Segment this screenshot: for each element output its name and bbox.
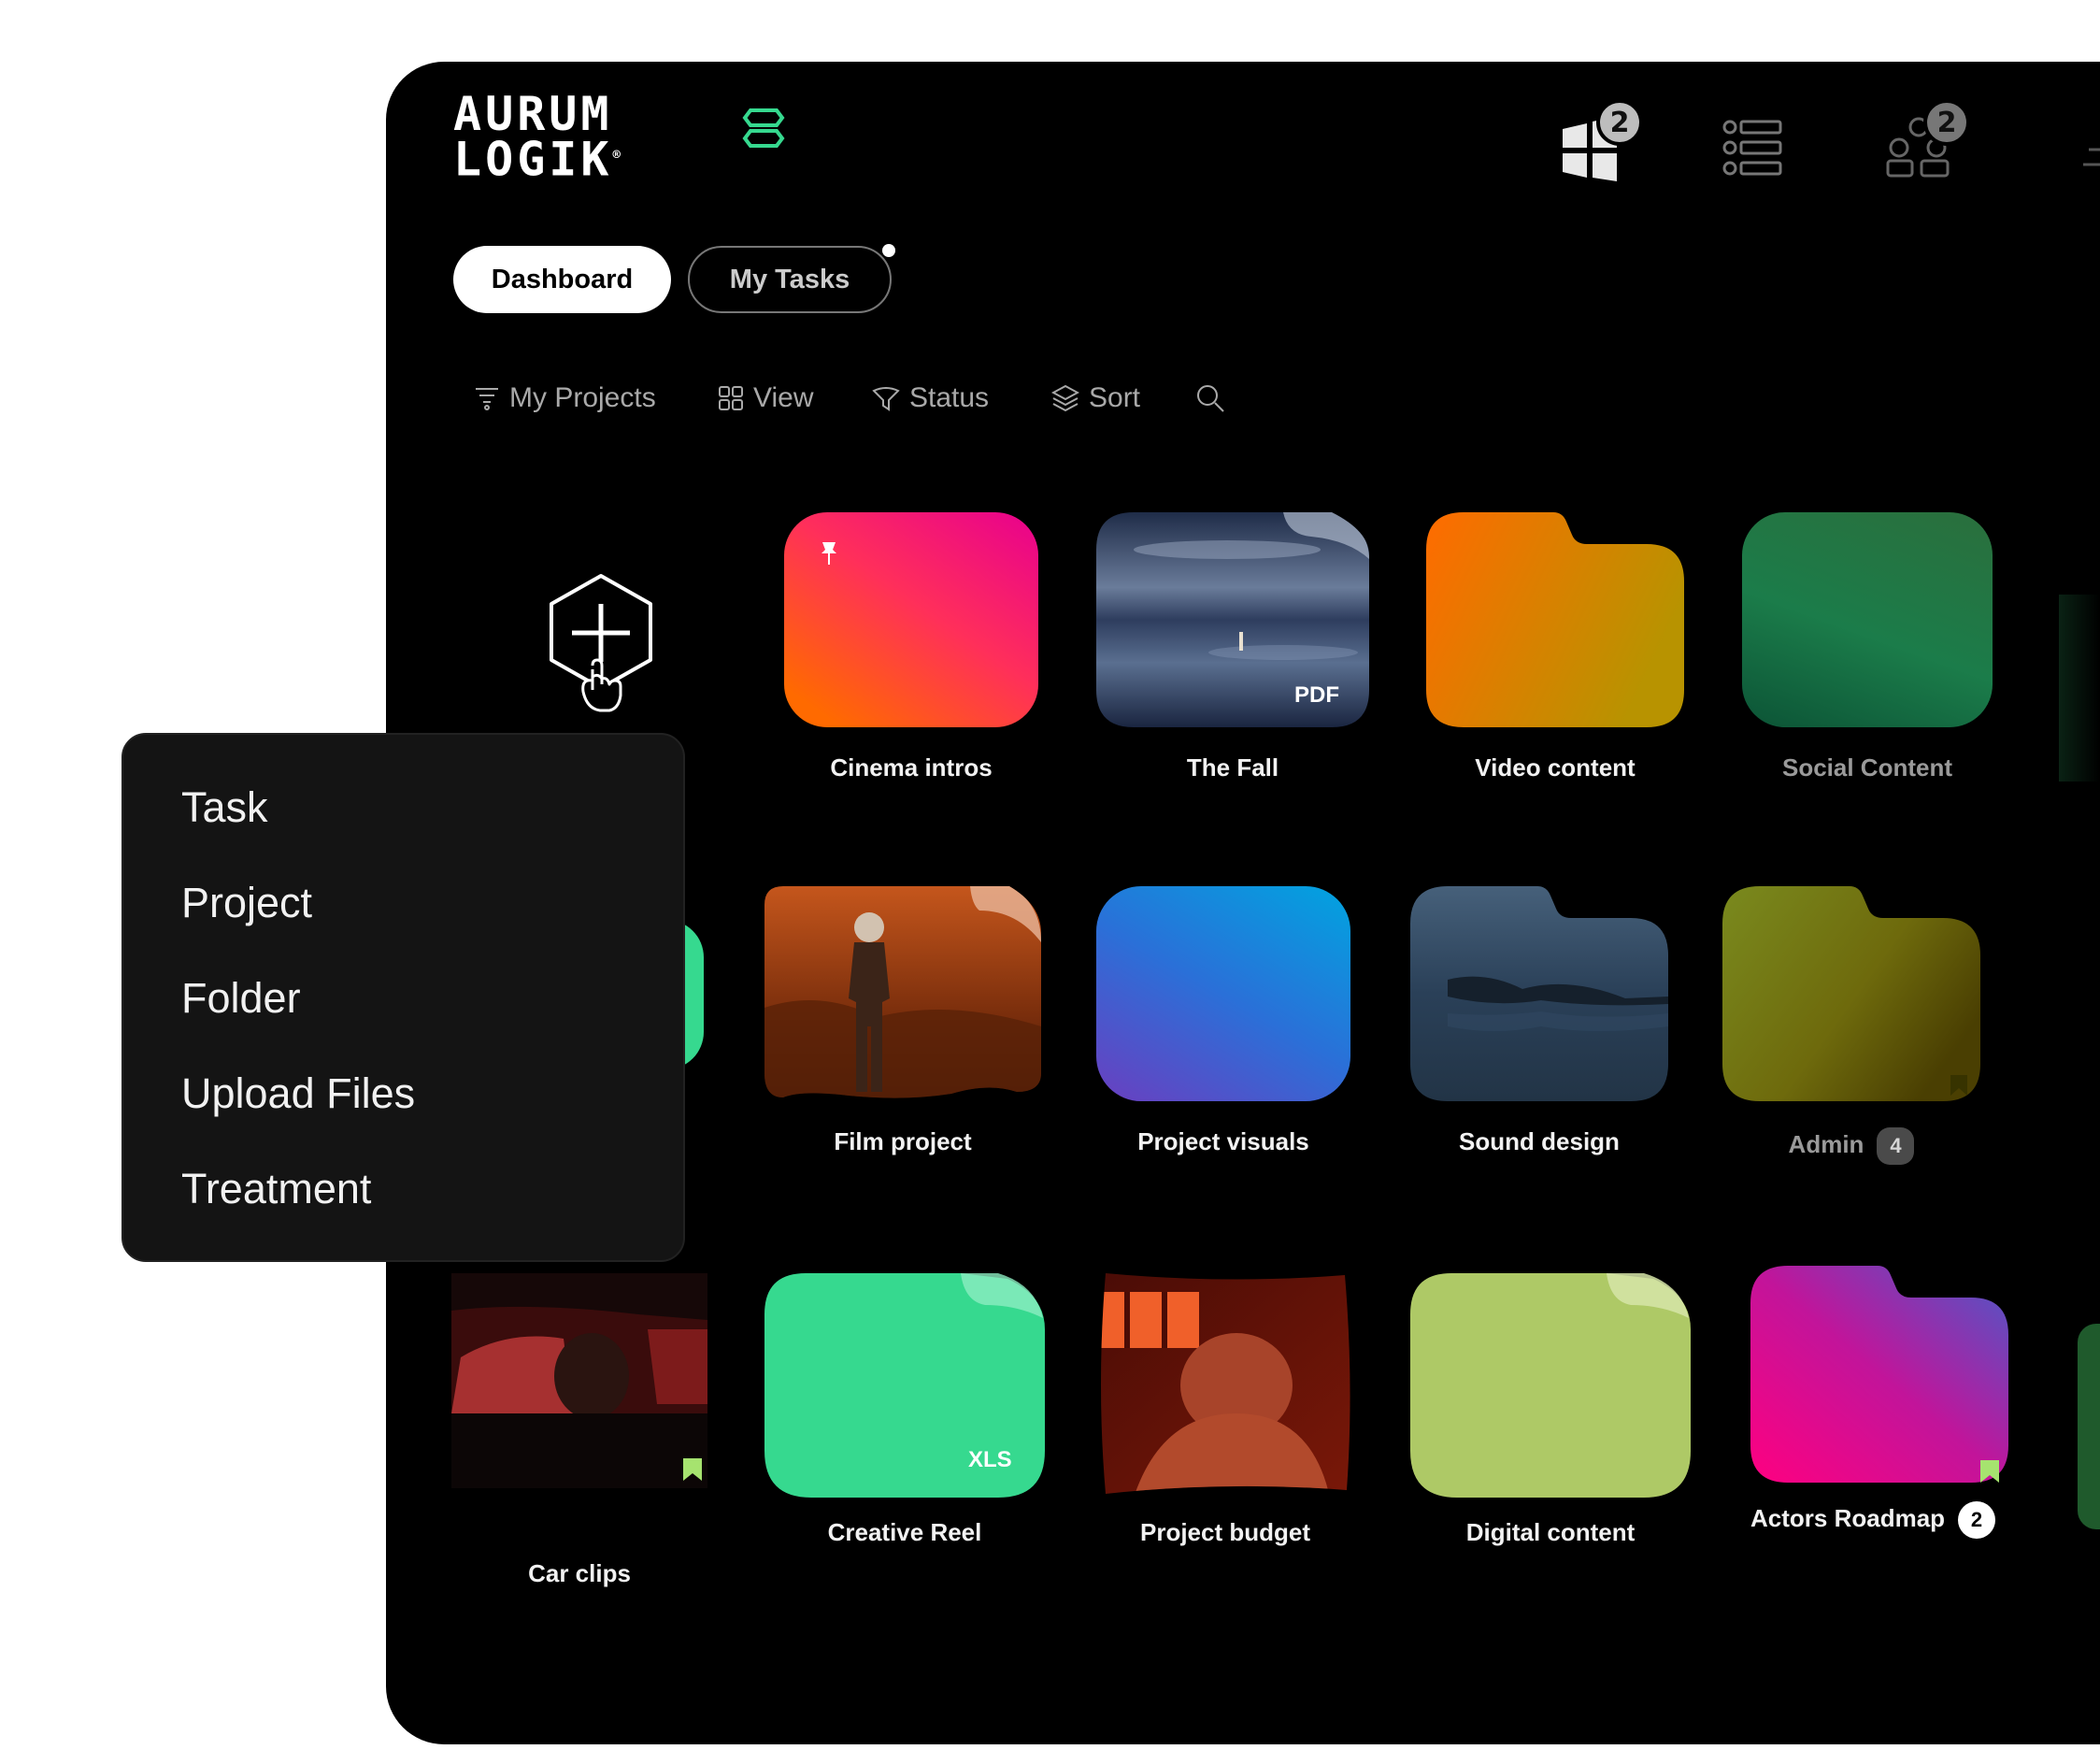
sort-button[interactable]: Sort <box>1051 380 1140 417</box>
card-label: Project visuals <box>1137 1127 1309 1155</box>
card-cinema-intros[interactable]: Cinema intros <box>784 512 1048 793</box>
file-type-tag: PDF <box>1294 682 1339 708</box>
card-admin[interactable]: Admin 4 <box>1722 886 1984 1167</box>
actors-roadmap-count-badge: 2 <box>1958 1501 1996 1539</box>
card-label: Admin 4 <box>1722 1127 1980 1165</box>
card-project-budget[interactable]: Project budget <box>1096 1273 1354 1591</box>
offscreen-card-peek <box>2059 595 2100 782</box>
menu-item-project[interactable]: Project <box>181 879 312 927</box>
admin-label: Admin <box>1788 1129 1864 1158</box>
file-icon <box>1410 1273 1691 1498</box>
folder-icon <box>1426 512 1684 727</box>
folder-icon <box>1722 886 1980 1101</box>
card-car-clips[interactable]: Car clips <box>451 1273 707 1587</box>
add-new-button[interactable] <box>540 572 662 722</box>
team-button[interactable]: 2 <box>1886 99 1970 183</box>
funnel-icon <box>872 387 900 411</box>
bookmark-icon <box>683 1458 702 1481</box>
folder-icon <box>1750 1266 2008 1483</box>
card-film-project[interactable]: Film project <box>764 886 1041 1167</box>
menu-item-treatment[interactable]: Treatment <box>181 1165 371 1213</box>
menu-item-task[interactable]: Task <box>181 783 268 832</box>
card-label: Cinema intros <box>830 753 993 782</box>
my-projects-filter[interactable]: My Projects <box>474 380 656 417</box>
folder-photo-icon <box>1410 886 1668 1101</box>
card-label: Creative Reel <box>827 1518 982 1546</box>
card-label: The Fall <box>1186 753 1279 782</box>
file-type-tag: XLS <box>968 1447 1012 1472</box>
bookmark-icon <box>1950 1075 1967 1096</box>
card-creative-reel[interactable]: XLS Creative Reel <box>764 1273 1045 1591</box>
view-button[interactable]: View <box>718 380 813 417</box>
card-sound-design[interactable]: Sound design <box>1410 886 1668 1167</box>
card-label: Digital content <box>1465 1518 1636 1546</box>
search-icon <box>1197 385 1224 412</box>
card-actors-roadmap[interactable]: Actors Roadmap 2 <box>1750 1266 2021 1584</box>
menu-item-upload-files[interactable]: Upload Files <box>181 1069 415 1118</box>
sort-label: Sort <box>1089 382 1141 413</box>
list-view-button[interactable] <box>1722 118 1788 183</box>
card-the-fall[interactable]: PDF The Fall <box>1096 512 1369 793</box>
tab-dashboard[interactable]: Dashboard <box>453 246 671 313</box>
pin-icon <box>821 542 836 565</box>
tab-my-tasks[interactable]: My Tasks <box>688 246 892 313</box>
stack-logo-icon <box>742 108 785 148</box>
card-digital-content[interactable]: Digital content <box>1410 1273 1691 1591</box>
my-tasks-notification-dot <box>882 244 895 257</box>
search-button[interactable] <box>1195 380 1225 417</box>
admin-count-badge: 4 <box>1877 1127 1915 1165</box>
status-label: Status <box>909 382 990 413</box>
thumb-gradient <box>1096 886 1350 1101</box>
offscreen-card-peek <box>2078 1324 2100 1529</box>
view-label: View <box>753 382 814 413</box>
thumb-gradient <box>1742 512 1993 727</box>
menu-item-folder[interactable]: Folder <box>181 974 301 1023</box>
status-button[interactable]: Status <box>872 380 989 417</box>
bookmark-icon <box>1980 1460 1999 1483</box>
logo-line-2: LOGIK® <box>453 132 624 187</box>
thumb-car-photo <box>451 1273 707 1488</box>
my-projects-label: My Projects <box>509 382 656 413</box>
apps-badge: 2 <box>1596 99 1643 146</box>
people-badge: 2 <box>1923 99 1970 146</box>
brand-logo[interactable]: AURUM LOGIK® <box>453 87 624 187</box>
card-project-visuals[interactable]: Project visuals <box>1096 886 1350 1167</box>
actors-roadmap-label: Actors Roadmap <box>1750 1503 1946 1532</box>
filter-icon <box>476 388 498 410</box>
card-label: Project budget <box>1139 1518 1310 1546</box>
card-label: Sound design <box>1459 1127 1620 1155</box>
registered-mark: ® <box>612 148 624 163</box>
card-label: Car clips <box>528 1559 631 1587</box>
card-label: Video content <box>1475 753 1636 782</box>
list-icon <box>1722 120 1782 176</box>
grid-icon <box>719 386 743 410</box>
card-social-content[interactable]: Social Content <box>1742 512 1994 793</box>
thumb-astronaut-photo <box>764 886 1041 1098</box>
card-label: Social Content <box>1781 753 1952 782</box>
menu-edge-icon[interactable] <box>2081 148 2100 185</box>
card-label: Film project <box>834 1127 972 1155</box>
apps-nav-button[interactable]: 2 <box>1559 99 1643 183</box>
create-new-menu: Task Project Folder Upload Files Treatme… <box>121 733 685 1262</box>
card-label: Actors Roadmap 2 <box>1750 1501 2021 1539</box>
logo-line-1: AURUM <box>453 87 613 141</box>
thumb-portrait-photo <box>1101 1273 1350 1494</box>
layers-icon <box>1051 384 1079 412</box>
card-video-content[interactable]: Video content <box>1426 512 1684 793</box>
